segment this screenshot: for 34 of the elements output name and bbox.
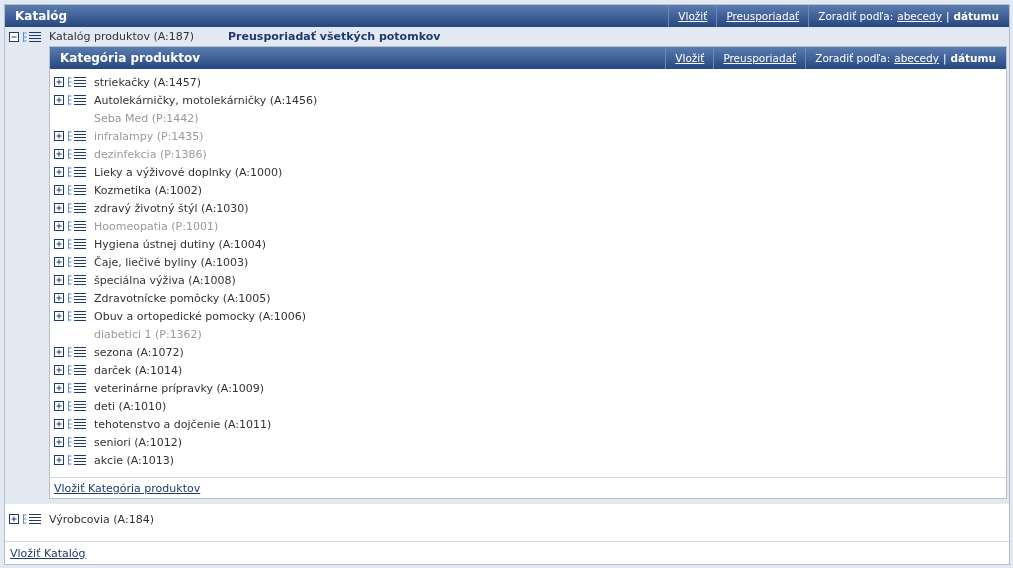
add-catalog-link[interactable]: Vložiť Katalóg: [10, 547, 86, 560]
sort-option[interactable]: abecedy: [894, 52, 939, 64]
category-item[interactable]: Zdravotnícke pomôcky (A:1005): [94, 291, 271, 305]
category-item[interactable]: špeciálna výživa (A:1008): [94, 273, 236, 287]
panel-title: Kategória produktov: [60, 51, 201, 65]
category-item[interactable]: Obuv a ortopedické pomocky (A:1006): [94, 309, 307, 323]
sort-option[interactable]: dátumu: [950, 52, 996, 64]
header-link[interactable]: Preusporiadať: [713, 47, 806, 69]
category-item[interactable]: striekačky (A:1457): [94, 75, 201, 89]
category-item[interactable]: Kozmetika (A:1002): [94, 183, 203, 197]
category-item[interactable]: veterinárne prípravky (A:1009): [94, 381, 265, 395]
reorder-link[interactable]: Preusporiadať všetkých potomkov: [228, 30, 441, 43]
add-category-link[interactable]: Vložiť Kategória produktov: [54, 482, 201, 495]
tree-node[interactable]: Výrobcovia (A:184): [49, 512, 154, 526]
panel-title: Katalóg: [15, 9, 68, 23]
tree-node[interactable]: Katalóg produktov (A:187): [49, 30, 195, 43]
sort-option[interactable]: abecedy: [897, 10, 942, 22]
category-item[interactable]: Čaje, liečivé byliny (A:1003): [94, 255, 249, 269]
category-item[interactable]: Autolekárničky, motolekárničky (A:1456): [94, 93, 318, 107]
separator: |: [945, 10, 950, 22]
category-item[interactable]: sezona (A:1072): [94, 345, 184, 359]
category-item[interactable]: tehotenstvo a dojčenie (A:1011): [94, 417, 272, 431]
header-link[interactable]: Vložiť: [665, 47, 714, 69]
category-item[interactable]: seniori (A:1012): [94, 435, 182, 449]
category-item[interactable]: deti (A:1010): [94, 399, 167, 413]
sort-label: Zoradiť podľa:: [815, 52, 891, 64]
category-item[interactable]: zdravý životný štýl (A:1030): [94, 201, 249, 215]
separator: |: [942, 52, 947, 64]
category-item[interactable]: akcie (A:1013): [94, 453, 175, 467]
category-item[interactable]: Hygiena ústnej dutiny (A:1004): [94, 237, 267, 251]
category-item[interactable]: Lieky a výživové doplnky (A:1000): [94, 165, 283, 179]
sort-option[interactable]: dátumu: [953, 10, 999, 22]
sort-label: Zoradiť podľa:: [818, 10, 894, 22]
category-item[interactable]: darček (A:1014): [94, 363, 183, 377]
